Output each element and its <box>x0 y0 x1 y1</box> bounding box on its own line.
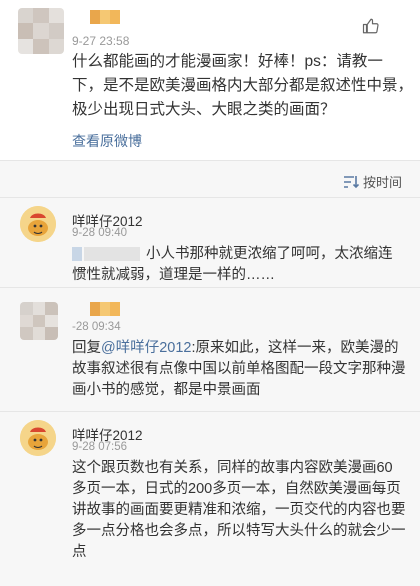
reply-prefix: 回复 <box>72 340 101 356</box>
redacted-block <box>84 247 140 262</box>
reply-line: 这个跟页数也有关系，同样的故事内容欧美漫画60 <box>72 460 393 476</box>
sort-lines-icon <box>343 175 359 188</box>
reply-timestamp: 9-28 07:56 <box>72 441 127 453</box>
reply-item: 咩咩仔2012 9-28 09:40 小人书那种就更浓缩了呵呵，太浓缩连 惯性就… <box>0 198 420 288</box>
cartoon-avatar-icon <box>20 206 56 242</box>
post-author-name[interactable] <box>90 10 120 24</box>
reply-line: 画小书的感觉，都是中景画面 <box>72 382 261 398</box>
post-body: 什么都能画的才能漫画家！好棒！ps：请教一 下，是不是欧美漫画格内大部分都是叙述… <box>72 50 414 122</box>
view-original-weibo-link[interactable]: 查看原微博 <box>72 131 142 151</box>
reply-line: 故事叙述很有点像中国以前单格图配一段文字那种漫 <box>72 361 406 377</box>
redacted-block <box>72 247 82 262</box>
reply-item: 咩咩仔2012 9-28 07:56 这个跟页数也有关系，同样的故事内容欧美漫画… <box>0 412 420 586</box>
reply-avatar[interactable] <box>20 420 56 456</box>
reply-item: -28 09:34 回复@咩咩仔2012:原来如此，这样一来，欧美漫的 故事叙述… <box>0 288 420 412</box>
reply-line: 多页一本，日式的200多页一本，自然欧美漫画每页 <box>72 481 401 497</box>
reply-body: 回复@咩咩仔2012:原来如此，这样一来，欧美漫的 故事叙述很有点像中国以前单格… <box>72 338 412 401</box>
reply-line: 小人书那种就更浓缩了呵呵，太浓缩连 <box>146 246 393 262</box>
post-timestamp: 9-27 23:58 <box>72 34 130 48</box>
post-line: 下，是不是欧美漫画格内大部分都是叙述性中景， <box>72 77 414 94</box>
reply-body: 这个跟页数也有关系，同样的故事内容欧美漫画60 多页一本，日式的200多页一本，… <box>72 458 412 563</box>
reply-line: 多一点分格也会多点，所以特写大头什么的就会少一 <box>72 523 406 539</box>
post-line: 极少出现日式大头、大眼之类的画面？ <box>72 101 336 118</box>
post-line: 什么都能画的才能漫画家！好棒！ps：请教一 <box>72 53 383 70</box>
reply-body: 小人书那种就更浓缩了呵呵，太浓缩连 惯性就减弱，道理是一样的…… <box>72 244 412 286</box>
reply-timestamp: -28 09:34 <box>72 321 121 333</box>
reply-avatar[interactable] <box>20 206 56 242</box>
sort-by-time-button[interactable]: 按时间 <box>343 172 402 191</box>
sort-label: 按时间 <box>362 175 402 190</box>
mention-link[interactable]: @咩咩仔2012 <box>101 340 191 356</box>
post-card: 9-27 23:58 什么都能画的才能漫画家！好棒！ps：请教一 下，是不是欧美… <box>0 0 420 160</box>
reply-line: 点 <box>72 544 87 560</box>
reply-avatar[interactable] <box>20 302 58 340</box>
reply-line: 惯性就减弱，道理是一样的…… <box>72 267 275 283</box>
cartoon-avatar-icon <box>20 420 56 456</box>
sort-bar: 按时间 <box>0 160 420 198</box>
reply-line: 讲故事的画面要更精准和浓缩，一页交代的内容也要 <box>72 502 406 518</box>
reply-author-name[interactable] <box>90 302 120 316</box>
reply-line: :原来如此，这样一来，欧美漫的 <box>191 340 399 356</box>
post-author-avatar[interactable] <box>18 8 64 54</box>
thumbs-up-icon[interactable] <box>362 17 380 35</box>
reply-timestamp: 9-28 09:40 <box>72 227 127 239</box>
